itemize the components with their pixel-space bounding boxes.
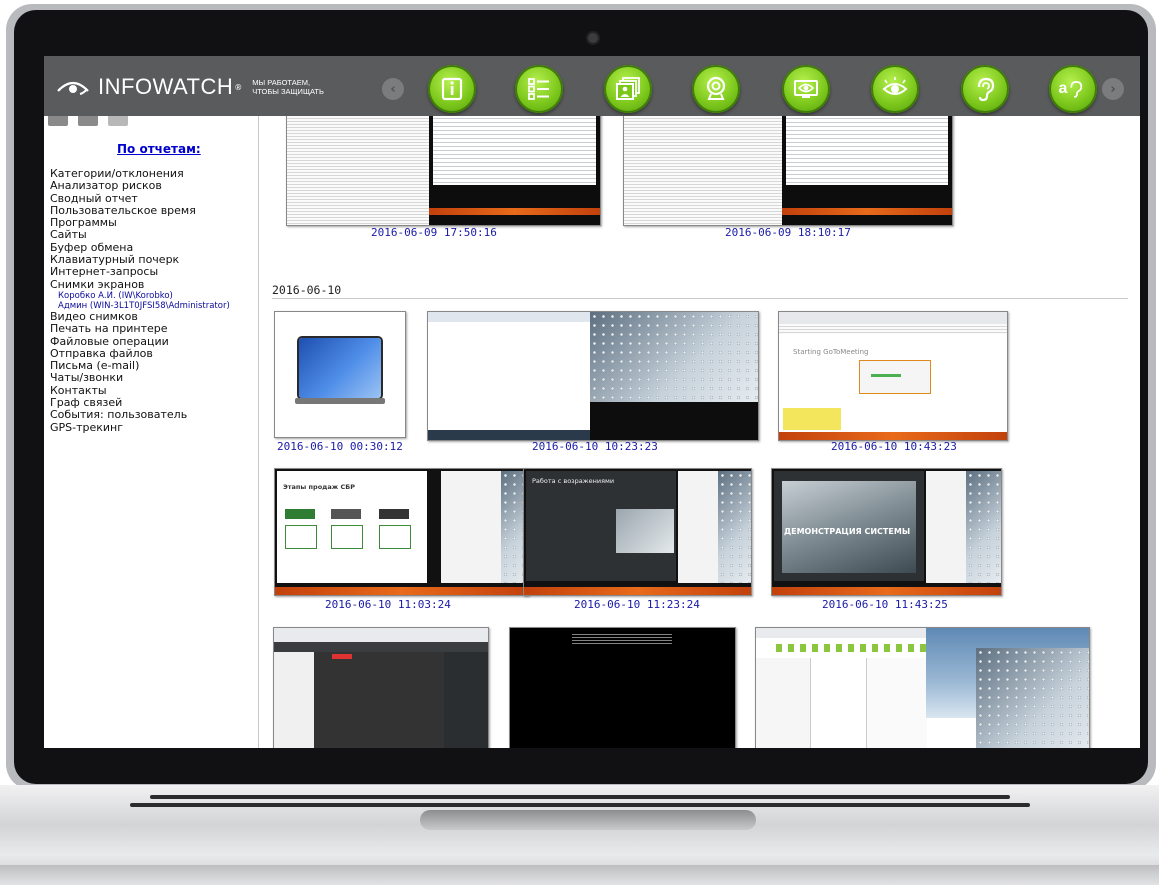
screenshot-timestamp[interactable]: 2016-06-09 18:10:17 xyxy=(725,226,851,239)
report-item[interactable]: События: пользователь xyxy=(50,409,230,422)
module-monitor-eye-button[interactable] xyxy=(782,65,830,113)
module-eye-button[interactable] xyxy=(871,65,919,113)
screenshot-thumbnail[interactable] xyxy=(623,116,953,226)
screenshot-timestamp[interactable]: 2016-06-09 17:50:16 xyxy=(371,226,497,239)
registered-mark: ® xyxy=(234,82,243,92)
screenshot-thumbnail[interactable] xyxy=(755,627,1090,748)
top-toolbar: INFOWATCH ® МЫ РАБОТАЕМ, ЧТОБЫ ЗАЩИЩАТЬ … xyxy=(44,56,1140,116)
screenshot-thumbnail[interactable] xyxy=(286,116,601,226)
ear-icon xyxy=(1070,80,1083,98)
screenshot-timestamp[interactable]: 2016-06-10 10:43:23 xyxy=(831,440,957,453)
brand-logo: INFOWATCH ® МЫ РАБОТАЕМ, ЧТОБЫ ЗАЩИЩАТЬ xyxy=(56,72,324,102)
laptop-touchpad-notch xyxy=(420,810,756,830)
screenshot-thumbnail[interactable]: Работа с возражениями xyxy=(523,468,752,596)
screenshot-thumbnail[interactable] xyxy=(427,311,759,441)
gotomeeting-label: Starting GoToMeeting xyxy=(793,348,869,356)
reports-sidebar: По отчетам: Категории/отклонения Анализа… xyxy=(44,116,259,748)
screenshot-timestamp[interactable]: 2016-06-10 11:43:25 xyxy=(822,598,948,611)
export-icon[interactable] xyxy=(108,116,128,126)
webcam-dot xyxy=(588,33,598,43)
screenshot-thumbnail[interactable] xyxy=(273,627,489,748)
report-item[interactable]: Печать на принтере xyxy=(50,322,230,335)
tagline-line-2: ЧТОБЫ ЗАЩИЩАТЬ xyxy=(252,87,324,96)
eye-icon xyxy=(882,77,908,95)
screenshot-thumbnail[interactable] xyxy=(274,311,406,438)
eye-logo-icon xyxy=(57,81,89,95)
monitor-eye-icon xyxy=(794,80,818,98)
module-ear-button[interactable] xyxy=(961,65,1009,113)
screenshot-timestamp[interactable]: 2016-06-10 11:03:24 xyxy=(325,598,451,611)
module-checklist-button[interactable] xyxy=(515,65,563,113)
report-item-screenshots[interactable]: Снимки экранов xyxy=(50,278,230,291)
report-list: Категории/отклонения Анализатор рисков С… xyxy=(50,167,230,434)
checklist-icon xyxy=(528,78,549,100)
chevron-left-icon[interactable]: ‹ xyxy=(382,78,404,100)
demo-banner: ДЕМОНСТРАЦИЯ СИСТЕМЫ xyxy=(784,527,911,536)
report-item[interactable]: Интернет-запросы xyxy=(50,266,230,279)
screenshot-thumbnail[interactable] xyxy=(509,627,736,748)
module-info-button[interactable] xyxy=(428,65,476,113)
screenshots-icon xyxy=(616,77,640,100)
sidebar-heading[interactable]: По отчетам: xyxy=(117,142,201,156)
report-item[interactable]: Файловые операции xyxy=(50,335,230,348)
printer-icon[interactable] xyxy=(78,116,98,126)
screenshot-timestamp[interactable]: 2016-06-10 11:23:24 xyxy=(574,598,700,611)
module-webcam-button[interactable] xyxy=(692,65,740,113)
keyboard-row xyxy=(150,795,1010,799)
module-ear-text-button[interactable]: a xyxy=(1049,65,1097,113)
report-item[interactable]: GPS-трекинг xyxy=(50,421,230,434)
screenshot-thumbnail[interactable]: ДЕМОНСТРАЦИЯ СИСТЕМЫ xyxy=(771,468,1002,596)
keyboard-row xyxy=(130,803,1030,807)
date-group-heading: 2016-06-10 xyxy=(272,283,342,297)
screenshot-thumbnail[interactable]: Этапы продаж СБР xyxy=(274,468,529,596)
home-icon[interactable] xyxy=(48,116,68,126)
objections-title: Работа с возражениями xyxy=(532,477,615,485)
laptop-bottom-edge xyxy=(0,865,1159,885)
screenshot-timestamp[interactable]: 2016-06-10 10:23:23 xyxy=(532,440,658,453)
screenshot-thumbnail[interactable]: Starting GoToMeeting xyxy=(778,311,1008,441)
brand-tagline: МЫ РАБОТАЕМ, ЧТОБЫ ЗАЩИЩАТЬ xyxy=(252,78,324,96)
app-screen: INFOWATCH ® МЫ РАБОТАЕМ, ЧТОБЫ ЗАЩИЩАТЬ … xyxy=(44,56,1140,748)
module-screenshots-button[interactable] xyxy=(604,65,652,113)
ear-text-icon: a xyxy=(1058,80,1068,97)
info-icon xyxy=(441,77,463,101)
report-item[interactable]: Чаты/звонки xyxy=(50,372,230,385)
brand-name: INFOWATCH xyxy=(98,74,234,99)
webcam-icon xyxy=(706,76,726,100)
report-item[interactable]: Анализатор рисков xyxy=(50,179,230,192)
sidebar-tool-icons xyxy=(48,116,128,126)
report-item[interactable]: Сайты xyxy=(50,229,230,242)
ear-icon xyxy=(977,77,995,102)
sales-stages-title: Этапы продаж СБР xyxy=(283,483,356,491)
date-divider xyxy=(272,298,1128,299)
tagline-line-1: МЫ РАБОТАЕМ, xyxy=(252,78,311,87)
user-link[interactable]: Коробко А.И. (IW\Korobko) xyxy=(50,291,230,301)
chevron-right-icon[interactable]: › xyxy=(1102,78,1124,100)
screenshot-timestamp[interactable]: 2016-06-10 00:30:12 xyxy=(277,440,403,453)
screenshots-gallery: 2016-06-09 17:50:16 2016-06-09 18:10:17 … xyxy=(259,116,1140,748)
